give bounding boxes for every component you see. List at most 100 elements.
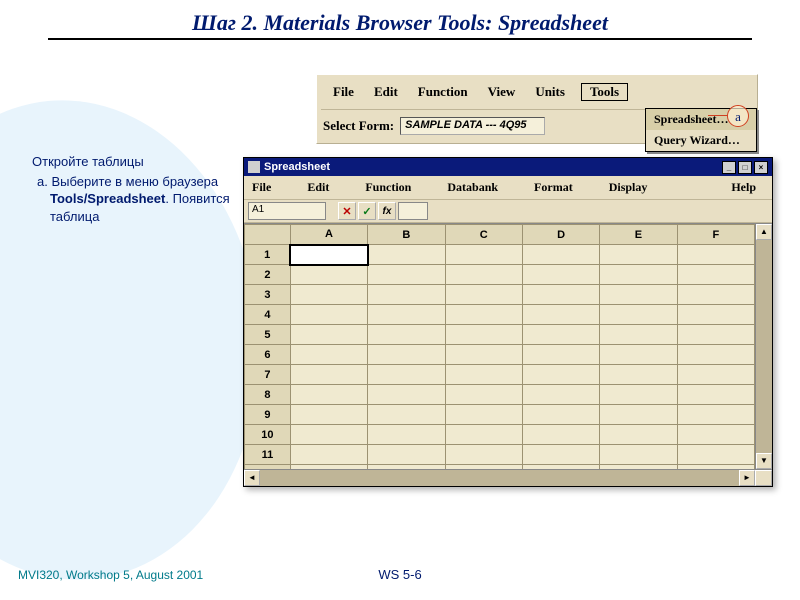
minimize-button[interactable]: _: [722, 161, 736, 174]
grid-cell[interactable]: [600, 305, 677, 325]
grid-cell[interactable]: [445, 325, 522, 345]
grid-cell[interactable]: [522, 345, 599, 365]
ss-menu-databank[interactable]: Databank: [447, 180, 498, 195]
grid-cell[interactable]: [290, 385, 367, 405]
grid-cell[interactable]: [445, 265, 522, 285]
vertical-scrollbar[interactable]: ▲ ▼: [755, 224, 772, 469]
scroll-left-icon[interactable]: ◄: [244, 470, 260, 486]
grid-cell[interactable]: [677, 265, 754, 285]
grid-cell[interactable]: [677, 345, 754, 365]
row-header[interactable]: 7: [245, 365, 291, 385]
grid-cell[interactable]: [445, 285, 522, 305]
grid-cell[interactable]: [600, 265, 677, 285]
grid-cell[interactable]: [677, 285, 754, 305]
ss-menu-help[interactable]: Help: [731, 180, 756, 195]
grid-cell[interactable]: [522, 425, 599, 445]
grid-cell[interactable]: [290, 405, 367, 425]
grid-cell[interactable]: [290, 365, 367, 385]
close-button[interactable]: ×: [754, 161, 768, 174]
grid-cell[interactable]: [522, 445, 599, 465]
row-header[interactable]: 8: [245, 385, 291, 405]
grid-cell[interactable]: [368, 345, 445, 365]
grid-cell[interactable]: [290, 305, 367, 325]
grid-cell[interactable]: [290, 445, 367, 465]
grid-cell[interactable]: [522, 365, 599, 385]
maximize-button[interactable]: □: [738, 161, 752, 174]
grid-cell[interactable]: [445, 345, 522, 365]
scroll-right-icon[interactable]: ►: [739, 470, 755, 486]
row-header[interactable]: 11: [245, 445, 291, 465]
grid-cell[interactable]: [600, 365, 677, 385]
grid-cell[interactable]: [445, 385, 522, 405]
grid-cell[interactable]: [677, 385, 754, 405]
grid-cell[interactable]: [368, 285, 445, 305]
grid-cell[interactable]: [368, 445, 445, 465]
grid-cell[interactable]: [600, 285, 677, 305]
row-header[interactable]: 9: [245, 405, 291, 425]
grid-cell[interactable]: [522, 385, 599, 405]
column-header[interactable]: B: [368, 225, 445, 245]
grid-cell[interactable]: [290, 245, 367, 265]
row-header[interactable]: 2: [245, 265, 291, 285]
scroll-up-icon[interactable]: ▲: [756, 224, 772, 240]
grid-cell[interactable]: [368, 385, 445, 405]
grid-cell[interactable]: [290, 345, 367, 365]
row-header[interactable]: 3: [245, 285, 291, 305]
grid-cell[interactable]: [522, 465, 599, 470]
window-titlebar[interactable]: Spreadsheet _ □ ×: [244, 158, 772, 176]
grid-cell[interactable]: [368, 305, 445, 325]
grid-cell[interactable]: [445, 465, 522, 470]
menu-edit[interactable]: Edit: [364, 84, 408, 100]
grid-cell[interactable]: [445, 425, 522, 445]
grid-cell[interactable]: [600, 325, 677, 345]
menu-view[interactable]: View: [478, 84, 526, 100]
grid-cell[interactable]: [677, 325, 754, 345]
row-header[interactable]: 4: [245, 305, 291, 325]
ss-menu-function[interactable]: Function: [365, 180, 411, 195]
grid-cell[interactable]: [522, 245, 599, 265]
grid-cell[interactable]: [677, 245, 754, 265]
grid-cell[interactable]: [522, 265, 599, 285]
cell-reference-box[interactable]: A1: [248, 202, 326, 220]
ss-menu-format[interactable]: Format: [534, 180, 573, 195]
grid-cell[interactable]: [677, 425, 754, 445]
grid-cell[interactable]: [368, 405, 445, 425]
grid-cell[interactable]: [445, 365, 522, 385]
horizontal-scrollbar[interactable]: ◄ ►: [244, 469, 772, 486]
confirm-edit-button[interactable]: ✓: [358, 202, 376, 220]
spreadsheet-grid[interactable]: ABCDEF123456789101112: [244, 224, 755, 469]
grid-cell[interactable]: [368, 425, 445, 445]
grid-cell[interactable]: [600, 345, 677, 365]
menu-tools[interactable]: Tools: [581, 83, 628, 101]
grid-cell[interactable]: [290, 465, 367, 470]
ss-menu-file[interactable]: File: [252, 180, 271, 195]
grid-cell[interactable]: [445, 245, 522, 265]
grid-cell[interactable]: [522, 405, 599, 425]
grid-cell[interactable]: [290, 285, 367, 305]
menu-units[interactable]: Units: [525, 84, 575, 100]
formula-input[interactable]: [398, 202, 428, 220]
cancel-edit-button[interactable]: ✕: [338, 202, 356, 220]
grid-cell[interactable]: [445, 445, 522, 465]
grid-cell[interactable]: [677, 445, 754, 465]
select-form-input[interactable]: SAMPLE DATA --- 4Q95: [400, 117, 545, 135]
scroll-down-icon[interactable]: ▼: [756, 453, 772, 469]
grid-cell[interactable]: [677, 365, 754, 385]
ss-menu-display[interactable]: Display: [609, 180, 648, 195]
grid-cell[interactable]: [290, 265, 367, 285]
grid-cell[interactable]: [290, 425, 367, 445]
grid-cell[interactable]: [368, 325, 445, 345]
column-header[interactable]: D: [522, 225, 599, 245]
column-header[interactable]: F: [677, 225, 754, 245]
grid-cell[interactable]: [600, 385, 677, 405]
column-header[interactable]: E: [600, 225, 677, 245]
grid-cell[interactable]: [522, 285, 599, 305]
grid-cell[interactable]: [600, 465, 677, 470]
row-header[interactable]: 10: [245, 425, 291, 445]
grid-cell[interactable]: [677, 405, 754, 425]
grid-cell[interactable]: [445, 305, 522, 325]
row-header[interactable]: 1: [245, 245, 291, 265]
grid-cell[interactable]: [600, 425, 677, 445]
grid-cell[interactable]: [677, 465, 754, 470]
row-header[interactable]: 5: [245, 325, 291, 345]
